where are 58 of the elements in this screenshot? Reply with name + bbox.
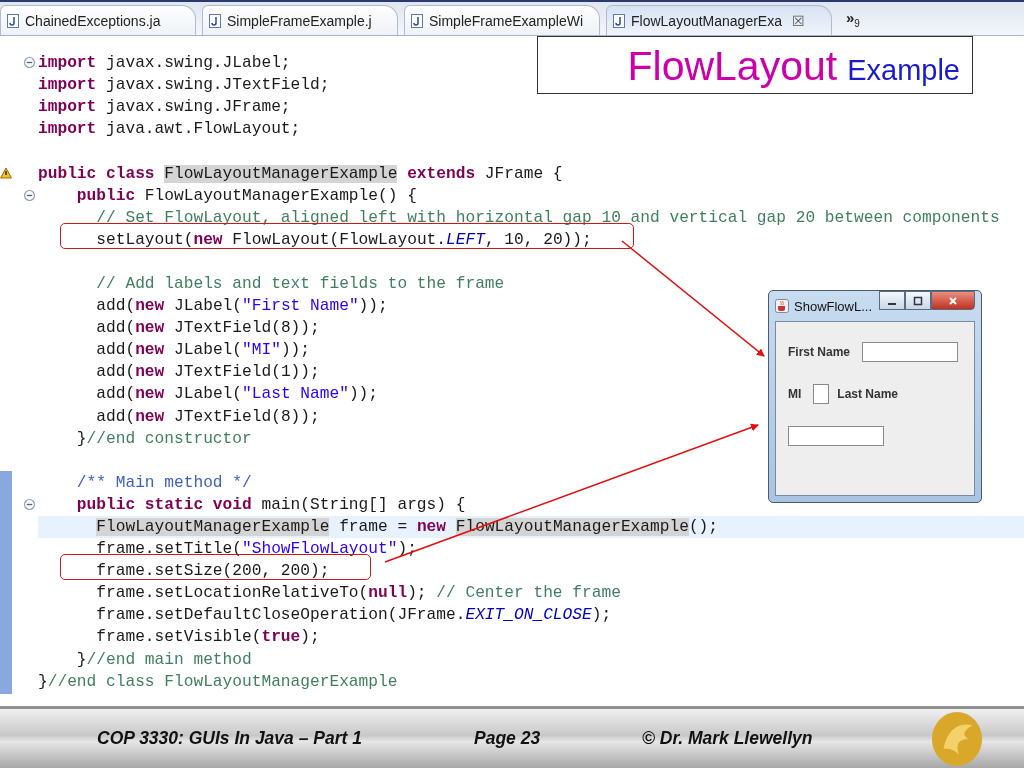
maximize-button[interactable] [905,291,931,310]
text-field[interactable] [813,384,830,404]
course-title: COP 3330: GUIs In Java – Part 1 [97,728,363,749]
code-line: import java.awt.FlowLayout; [38,120,301,139]
slide-subtitle: Example [847,54,960,87]
editor-tab[interactable]: FlowLayoutManagerExa ☒ [606,5,832,35]
text-field[interactable] [788,426,884,446]
code-line: frame.setDefaultCloseOperation(JFrame.EXIT_ON_CLOSE); [95,606,612,625]
code-line: add(new JLabel("MI")); [95,341,311,360]
coffee-cup-icon [775,299,789,313]
code-line: }//end main method [75,650,252,669]
code-line: frame.setTitle("ShowFlowLayout"); [95,540,417,559]
editor-tab[interactable]: SimpleFrameExample.j [202,5,398,35]
editor-tab[interactable]: ChainedExceptions.ja [0,5,196,35]
slide-title: FlowLayout [627,43,838,90]
page-number: Page 23 [474,728,542,749]
code-comment: /** Main method */ [75,473,252,492]
minimize-icon [888,302,896,305]
text-field[interactable] [862,342,959,362]
code-line: frame.setVisible(true); [95,628,320,647]
java-file-icon [209,13,221,28]
code-line: import javax.swing.JTextField; [38,76,330,95]
java-file-icon [613,13,625,28]
code-line: add(new JLabel("First Name")); [95,297,388,316]
close-button[interactable] [931,291,975,310]
code-line: add(new JTextField(8)); [95,319,320,338]
form-label: MI [788,387,802,401]
close-icon [948,295,958,306]
maximize-icon [913,295,923,306]
code-line: public FlowLayoutManagerExample() { [75,186,417,205]
code-line: import javax.swing.JFrame; [38,98,291,117]
code-line: add(new JTextField(1)); [95,363,320,382]
code-line: add(new JTextField(8)); [95,407,320,426]
editor-tab[interactable]: SimpleFrameExampleWi [404,5,600,35]
code-line: frame.setSize(200, 200); [95,562,330,581]
code-comment: // Set FlowLayout, aligned left with horizontal gap 10 and vertical gap 20 between components [95,208,1000,227]
code-line: public class FlowLayoutManagerExample extends JFrame { [38,164,563,183]
minimize-button[interactable] [879,291,905,310]
more-tabs-button[interactable]: »$_{9}$ [846,8,860,29]
author-credit: © Dr. Mark Llewellyn [642,728,814,749]
collapse-icon[interactable] [24,57,35,68]
code-line: public static void main(String[] args) { [75,495,466,514]
logo-icon [930,709,984,768]
code-line: add(new JLabel("Last Name")); [95,385,379,404]
close-tab-button[interactable]: ☒ [792,12,805,29]
code-line: import javax.swing.JLabel; [38,54,291,73]
code-line: setLayout(new FlowLayout(FlowLayout.LEFT, 10, 20)); [95,230,592,249]
collapse-icon[interactable] [24,498,35,510]
collapse-icon[interactable] [24,189,35,201]
code-line: }//end constructor [75,429,252,448]
java-file-icon [411,13,423,28]
code-line: }//end class FlowLayoutManagerExample [38,672,398,691]
form-label: First Name [788,345,851,359]
code-line: frame.setLocationRelativeTo(null); // Center the frame [95,584,621,603]
code-comment: // Add labels and text fields to the frame [95,275,505,293]
java-file-icon [7,13,19,28]
form-label: Last Name [837,387,899,401]
window-title: ShowFlowL... [794,298,873,314]
